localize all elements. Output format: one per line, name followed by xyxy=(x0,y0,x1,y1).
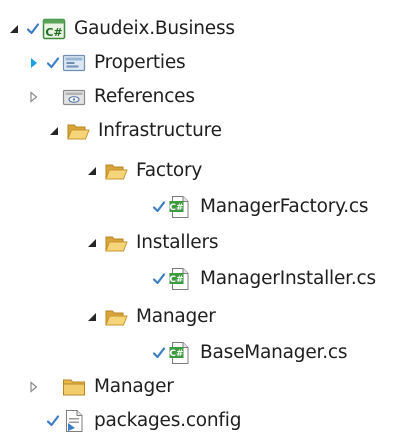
folder-open-icon xyxy=(104,305,128,329)
checkmark-icon xyxy=(46,55,60,71)
folder-closed-icon xyxy=(62,375,86,399)
tree-item-project[interactable]: C# Gaudeix.Business xyxy=(4,12,235,46)
tree-item-installers[interactable]: Installers xyxy=(82,226,219,260)
folder-open-icon xyxy=(66,119,90,143)
tree-item-label: Factory xyxy=(136,160,203,181)
tree-item-manager-folder[interactable]: Manager xyxy=(24,370,174,404)
svg-text:C#: C# xyxy=(169,349,183,359)
expanded-arrow-icon[interactable] xyxy=(82,154,102,188)
tree-item-managerfactory-cs[interactable]: C# ManagerFactory.cs xyxy=(152,190,369,224)
config-file-icon xyxy=(62,409,86,433)
tree-item-label: Manager xyxy=(94,376,174,397)
tree-item-label: Infrastructure xyxy=(98,120,222,141)
tree-item-label: Properties xyxy=(94,52,186,73)
tree-item-factory[interactable]: Factory xyxy=(82,154,202,188)
tree-item-label: packages.config xyxy=(94,410,242,431)
tree-item-label: BaseManager.cs xyxy=(200,342,348,363)
checkmark-icon xyxy=(152,271,166,287)
references-icon xyxy=(62,85,86,109)
expanded-arrow-icon[interactable] xyxy=(82,226,102,260)
folder-open-icon xyxy=(104,231,128,255)
collapsed-arrow-icon[interactable] xyxy=(24,80,44,114)
checkmark-icon xyxy=(46,413,60,429)
no-checkmark xyxy=(46,89,60,105)
collapsed-arrow-icon[interactable] xyxy=(24,370,44,404)
checkmark-icon xyxy=(152,199,166,215)
tree-item-infrastructure[interactable]: Infrastructure xyxy=(44,114,222,148)
tree-item-basemanager-cs[interactable]: C# BaseManager.cs xyxy=(152,336,348,370)
tree-item-manager-subfolder[interactable]: Manager xyxy=(82,300,216,334)
csharp-file-icon: C# xyxy=(168,267,192,291)
folder-open-icon xyxy=(104,159,128,183)
svg-text:C#: C# xyxy=(45,26,62,39)
tree-item-label: References xyxy=(94,86,195,107)
svg-text:C#: C# xyxy=(169,203,183,213)
tree-item-packages-config[interactable]: packages.config xyxy=(46,404,241,438)
tree-item-label: ManagerFactory.cs xyxy=(200,196,369,217)
csharp-file-icon: C# xyxy=(168,341,192,365)
expanded-arrow-icon[interactable] xyxy=(82,300,102,334)
checkmark-icon xyxy=(26,21,40,37)
tree-item-label: Gaudeix.Business xyxy=(74,18,235,39)
tree-item-managerinstaller-cs[interactable]: C# ManagerInstaller.cs xyxy=(152,262,376,296)
collapsed-arrow-icon[interactable] xyxy=(24,46,44,80)
svg-text:C#: C# xyxy=(169,275,183,285)
checkmark-icon xyxy=(152,345,166,361)
tree-item-references[interactable]: References xyxy=(24,80,195,114)
expanded-arrow-icon[interactable] xyxy=(4,12,24,46)
csharp-file-icon: C# xyxy=(168,195,192,219)
tree-item-label: ManagerInstaller.cs xyxy=(200,268,376,289)
csharp-project-icon: C# xyxy=(42,17,66,41)
tree-item-label: Manager xyxy=(136,306,216,327)
properties-folder-icon xyxy=(62,51,86,75)
no-checkmark xyxy=(46,379,60,395)
tree-item-label: Installers xyxy=(136,232,219,253)
expanded-arrow-icon[interactable] xyxy=(44,114,64,148)
tree-item-properties[interactable]: Properties xyxy=(24,46,186,80)
